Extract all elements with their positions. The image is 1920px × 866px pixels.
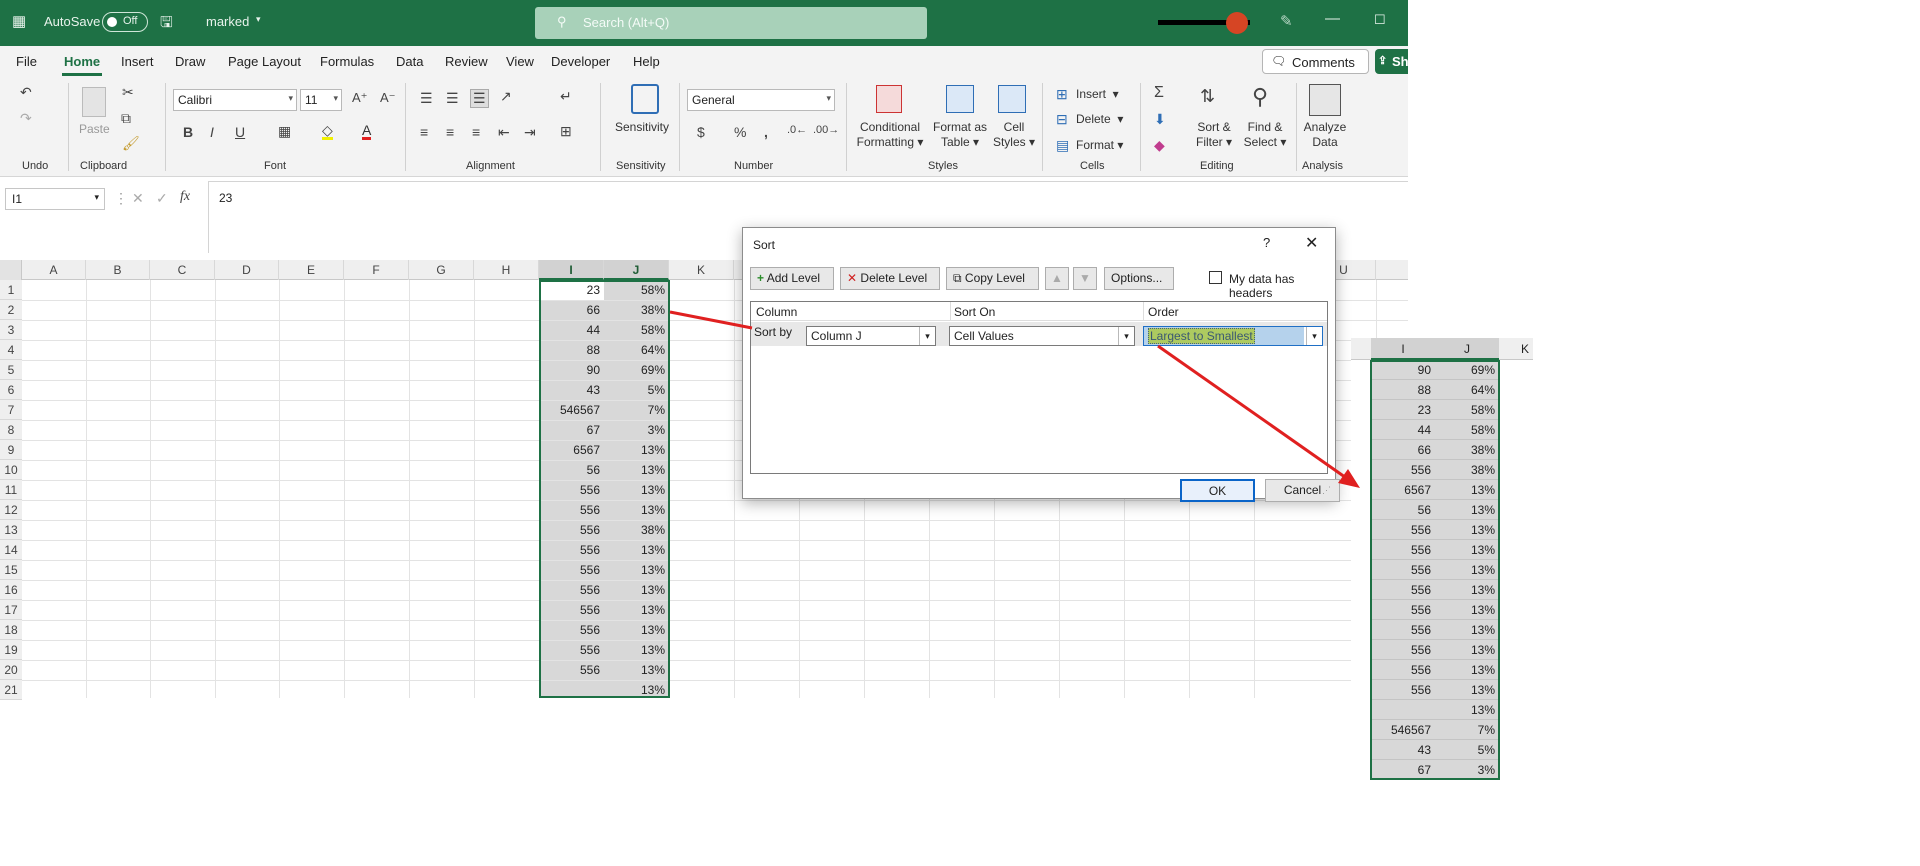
arrow-to-dialog — [669, 310, 753, 330]
arrow-head — [1338, 469, 1360, 488]
arrow-to-result — [1157, 344, 1353, 484]
annotation-arrows — [669, 310, 1360, 488]
